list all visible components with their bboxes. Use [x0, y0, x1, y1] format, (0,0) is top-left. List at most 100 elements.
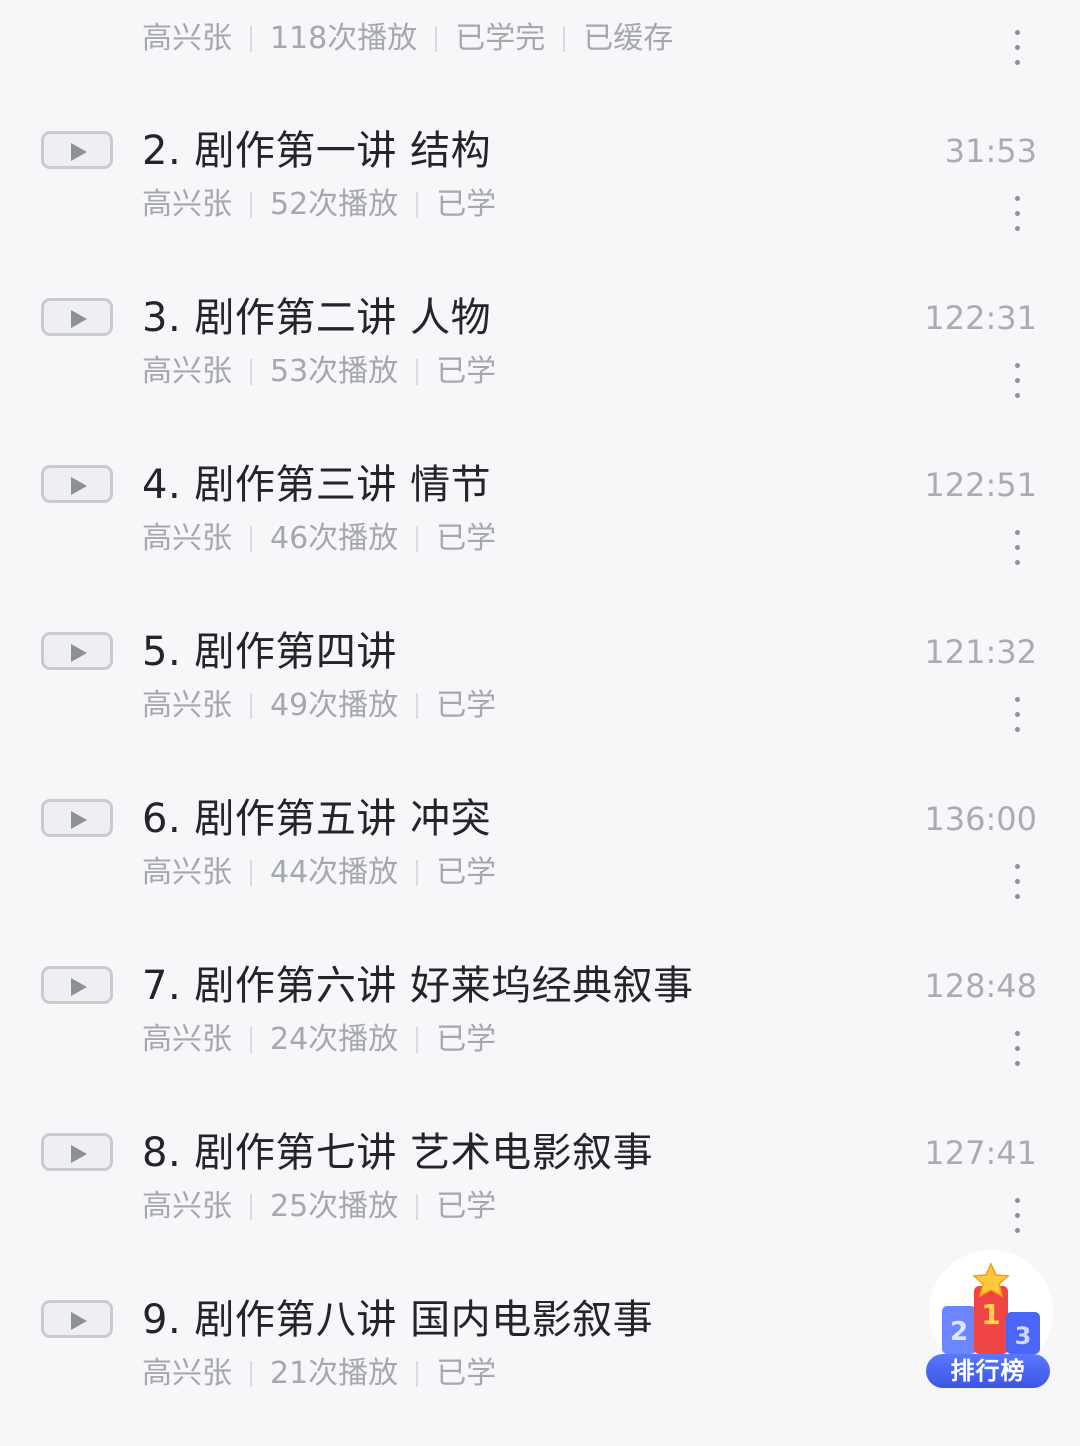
episode-play-count: 24次播放	[270, 1022, 399, 1057]
more-options-button[interactable]	[1010, 1198, 1024, 1238]
episode-row-5[interactable]: 5. 剧作第四讲 121:32 高兴张 49次播放 已学	[0, 611, 1080, 778]
episode-study-status: 已学	[436, 688, 497, 723]
more-vertical-icon	[1014, 727, 1020, 732]
episode-play-count: 118次播放	[270, 21, 418, 56]
episode-play-count: 21次播放	[270, 1356, 399, 1391]
episode-duration: 128:48	[924, 967, 1037, 1005]
play-button[interactable]	[41, 131, 113, 169]
more-options-button[interactable]	[1010, 363, 1024, 403]
more-vertical-icon	[1014, 1061, 1020, 1066]
meta-divider	[250, 1194, 252, 1220]
episode-play-count: 53次播放	[270, 354, 399, 389]
episode-study-status: 已学完	[455, 21, 546, 56]
episode-title: 9. 剧作第八讲 国内电影叙事	[142, 1297, 654, 1343]
more-options-button[interactable]	[1010, 530, 1024, 570]
episode-row-3[interactable]: 3. 剧作第二讲 人物 122:31 高兴张 53次播放 已学	[0, 277, 1080, 444]
play-button[interactable]	[41, 1133, 113, 1171]
play-button[interactable]	[41, 632, 113, 670]
episode-author: 高兴张	[142, 1022, 232, 1057]
episode-author: 高兴张	[142, 521, 232, 556]
play-button[interactable]	[41, 1300, 113, 1338]
more-vertical-icon	[1014, 393, 1020, 398]
meta-divider	[250, 1027, 252, 1053]
play-button[interactable]	[41, 799, 113, 837]
more-vertical-icon	[1014, 45, 1020, 50]
play-icon	[71, 811, 87, 829]
meta-divider	[416, 1361, 419, 1387]
episode-play-count: 44次播放	[270, 855, 399, 890]
play-button[interactable]	[41, 298, 113, 336]
more-options-button[interactable]	[1010, 1031, 1024, 1071]
episode-meta: 高兴张 46次播放 已学	[142, 522, 496, 556]
episode-row-6[interactable]: 6. 剧作第五讲 冲突 136:00 高兴张 44次播放 已学	[0, 778, 1080, 945]
more-vertical-icon	[1014, 1198, 1020, 1203]
more-vertical-icon	[1014, 1031, 1020, 1036]
episode-duration: 31:53	[944, 132, 1037, 170]
play-icon	[71, 310, 87, 328]
more-options-button[interactable]	[1010, 196, 1024, 236]
episode-study-status: 已学	[436, 1356, 497, 1391]
meta-divider	[250, 693, 252, 719]
episode-duration: 121:32	[924, 633, 1037, 671]
more-vertical-icon	[1014, 363, 1020, 368]
episode-meta: 高兴张 52次播放 已学	[142, 188, 496, 222]
episode-meta: 高兴张 49次播放 已学	[142, 689, 496, 723]
more-vertical-icon	[1014, 60, 1020, 65]
episode-row-7[interactable]: 7. 剧作第六讲 好莱坞经典叙事 128:48 高兴张 24次播放 已学	[0, 945, 1080, 1112]
rank-digit-3: 3	[1015, 1322, 1032, 1350]
episode-row-2[interactable]: 2. 剧作第一讲 结构 31:53 高兴张 52次播放 已学	[0, 110, 1080, 277]
episode-row-1[interactable]: 高兴张 118次播放 已学完 已缓存	[0, 0, 1080, 65]
more-vertical-icon	[1014, 545, 1020, 550]
play-button[interactable]	[41, 966, 113, 1004]
meta-divider	[416, 526, 419, 552]
episode-title: 3. 剧作第二讲 人物	[142, 295, 492, 341]
more-vertical-icon	[1014, 30, 1020, 35]
episode-meta: 高兴张 24次播放 已学	[142, 1023, 496, 1057]
episode-author: 高兴张	[142, 354, 232, 389]
episode-author: 高兴张	[142, 1189, 232, 1224]
episode-author: 高兴张	[142, 688, 232, 723]
episode-play-count: 49次播放	[270, 688, 399, 723]
ranking-podium-icon: 2 1 3	[929, 1250, 1053, 1374]
more-vertical-icon	[1014, 378, 1020, 383]
play-icon	[71, 1145, 87, 1163]
episode-study-status: 已学	[436, 1189, 497, 1224]
episode-duration: 122:31	[924, 299, 1037, 337]
meta-divider	[435, 26, 438, 52]
more-vertical-icon	[1014, 864, 1020, 869]
ranking-float-button[interactable]: 2 1 3 排行榜	[926, 1250, 1056, 1392]
ranking-label: 排行榜	[926, 1354, 1050, 1388]
episode-title: 5. 剧作第四讲	[142, 629, 397, 675]
episode-row-9[interactable]: 9. 剧作第八讲 国内电影叙事 高兴张 21次播放 已学	[0, 1279, 1080, 1446]
more-vertical-icon	[1014, 1213, 1020, 1218]
more-options-button[interactable]	[1010, 30, 1024, 70]
episode-duration: 127:41	[924, 1134, 1037, 1172]
more-vertical-icon	[1014, 1228, 1020, 1233]
episode-author: 高兴张	[142, 855, 232, 890]
episode-study-status: 已学	[436, 1022, 497, 1057]
episode-play-count: 25次播放	[270, 1189, 399, 1224]
episode-meta: 高兴张 25次播放 已学	[142, 1190, 496, 1224]
more-vertical-icon	[1014, 560, 1020, 565]
meta-divider	[563, 26, 566, 52]
play-icon	[71, 644, 87, 662]
meta-divider	[250, 1361, 252, 1387]
episode-play-count: 46次播放	[270, 521, 399, 556]
episode-row-8[interactable]: 8. 剧作第七讲 艺术电影叙事 127:41 高兴张 25次播放 已学	[0, 1112, 1080, 1279]
episode-author: 高兴张	[142, 187, 232, 222]
episode-title: 7. 剧作第六讲 好莱坞经典叙事	[142, 963, 694, 1009]
more-vertical-icon	[1014, 879, 1020, 884]
rank-digit-2: 2	[950, 1317, 968, 1347]
more-options-button[interactable]	[1010, 697, 1024, 737]
more-vertical-icon	[1014, 1046, 1020, 1051]
more-options-button[interactable]	[1010, 864, 1024, 904]
meta-divider	[250, 192, 252, 218]
play-icon	[71, 143, 87, 161]
play-button[interactable]	[41, 465, 113, 503]
episode-row-4[interactable]: 4. 剧作第三讲 情节 122:51 高兴张 46次播放 已学	[0, 444, 1080, 611]
episode-duration: 122:51	[924, 466, 1037, 504]
episode-cache-status: 已缓存	[583, 21, 674, 56]
episode-play-count: 52次播放	[270, 187, 399, 222]
more-vertical-icon	[1014, 530, 1020, 535]
more-vertical-icon	[1014, 712, 1020, 717]
